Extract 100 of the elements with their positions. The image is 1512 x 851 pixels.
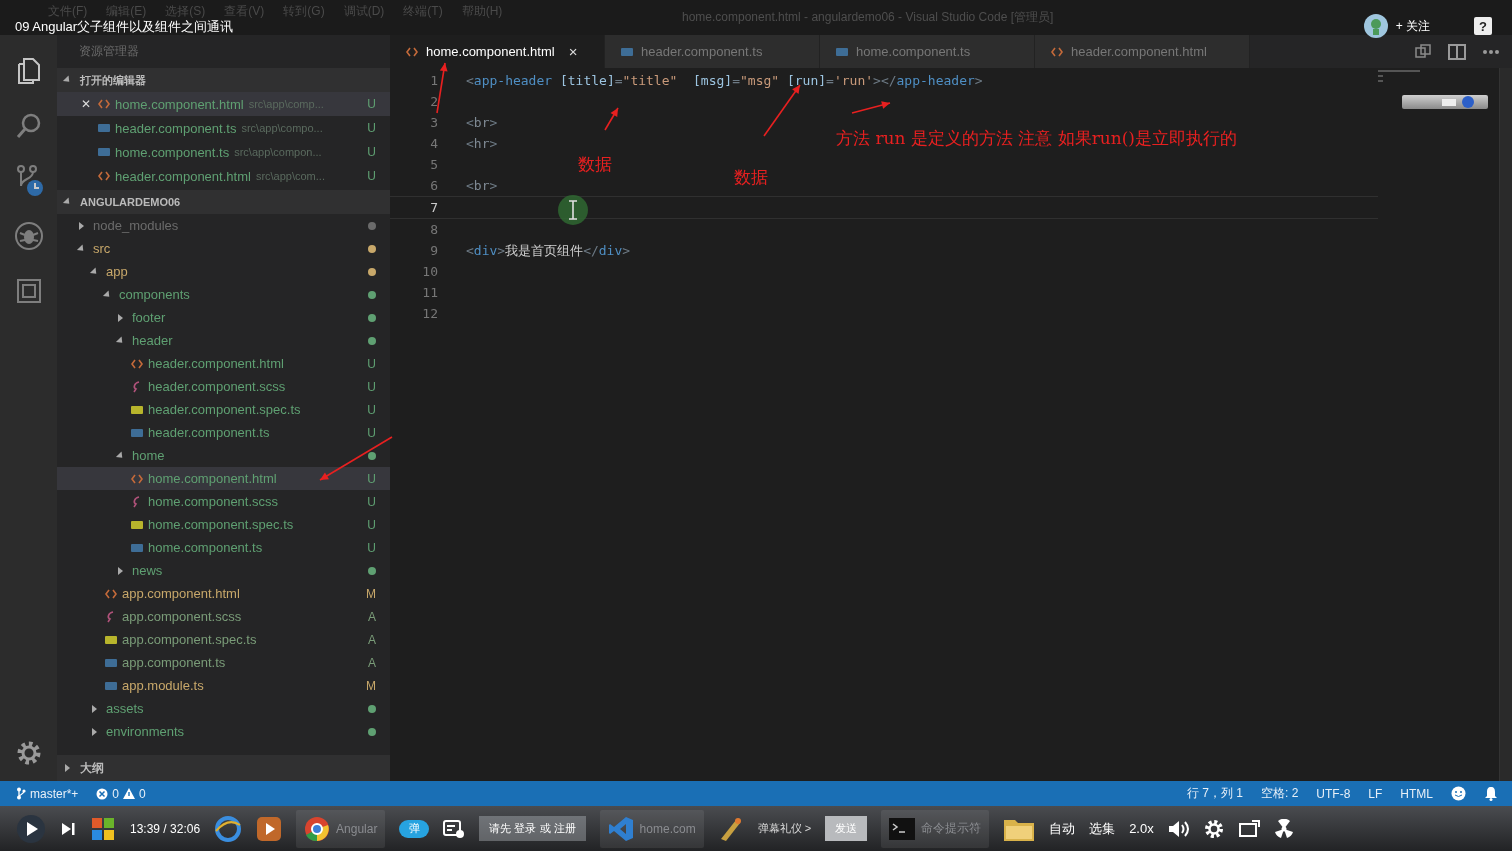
section-header[interactable]: ANGULARDEMO06 [57,190,390,214]
bug-icon[interactable] [13,220,44,251]
tree-item[interactable]: home.component.spec.ts U [57,513,390,536]
files-icon[interactable] [15,56,42,85]
browser-icon[interactable] [214,814,243,843]
episodes-button[interactable]: 选集 [1089,819,1116,838]
line-number: 10 [421,264,438,279]
line-number: 9 [429,243,438,258]
next-icon[interactable] [60,820,76,837]
line-number: 12 [421,306,438,321]
annotation-text: 方法 run 是定义的方法 注意 如果run()是立即执行的 [836,127,1237,150]
editor-tab[interactable]: home.component.html × [390,35,605,68]
tree-item[interactable]: home.component.html U [57,467,390,490]
indentation[interactable]: 空格: 2 [1260,785,1299,802]
start-orb-icon[interactable] [90,815,116,842]
code-line: <br> [466,115,498,130]
annotation-text: 数据 [734,166,768,189]
scrollbar[interactable] [1499,68,1512,781]
problems-indicator[interactable]: 0 0 [96,786,146,801]
tree-item[interactable]: home.component.scss U [57,490,390,513]
line-number: 6 [429,178,438,193]
text-cursor-icon [558,195,588,225]
line-number: 2 [429,94,438,109]
tree-item[interactable]: src [57,237,390,260]
tree-item[interactable]: app.component.ts A [57,651,390,674]
tree-item[interactable]: app [57,260,390,283]
line-number: 11 [421,285,438,300]
line-ending[interactable]: LF [1368,786,1383,801]
more-icon[interactable] [1482,48,1500,55]
tree-item[interactable]: header.component.spec.ts U [57,398,390,421]
video-title: 09 Angular父子组件以及组件之间通讯 [15,18,234,36]
smiley-icon[interactable] [1451,786,1466,801]
terminal-icon [889,817,916,840]
code-file-icon [131,358,143,369]
tree-item[interactable]: app.component.scss A [57,605,390,628]
tree-item[interactable]: components [57,283,390,306]
tree-item[interactable]: app.component.spec.ts A [57,628,390,651]
search-icon[interactable] [14,111,43,140]
section-header[interactable]: 大纲 [57,755,390,781]
open-editor-item[interactable]: header.component.html src\app\com... U [57,164,390,188]
tree-item[interactable]: header [57,329,390,352]
cursor-position[interactable]: 行 7，列 1 [1186,785,1243,802]
tree-item[interactable]: news [57,559,390,582]
code-file-icon [406,46,418,57]
tree-item[interactable]: node_modules [57,214,390,237]
close-icon[interactable]: × [568,43,578,60]
bell-icon[interactable] [1484,786,1498,801]
line-number: 4 [429,136,438,151]
error-icon [96,787,109,800]
danmaku-input[interactable]: 请先 登录 或 注册 [479,816,586,841]
speed-button[interactable]: 2.0x [1129,821,1154,836]
annotation-arrow [604,107,619,131]
danmaku-etiquette-link[interactable]: 弹幕礼仪 > [757,821,812,836]
editor-tab[interactable]: header.component.html [1035,35,1250,68]
tree-item[interactable]: header.component.html U [57,352,390,375]
web-fullscreen-icon[interactable] [1237,819,1260,838]
tree-item[interactable]: header.component.ts U [57,421,390,444]
taskbar-button[interactable]: Angular [296,809,386,848]
volume-icon[interactable] [1167,818,1190,839]
taskbar-button[interactable]: home.com [599,809,704,848]
code-file-icon [105,588,117,599]
tree-item[interactable]: assets [57,697,390,720]
tree-item[interactable]: home.component.ts U [57,536,390,559]
extensions-icon[interactable] [14,276,43,305]
compare-icon[interactable] [1414,42,1432,61]
help-button[interactable]: ? [1474,17,1492,35]
line-number: 3 [429,115,438,130]
split-editor-icon[interactable] [1448,43,1466,60]
follow-button[interactable]: + 关注 [1395,17,1442,35]
play-icon[interactable] [16,813,46,844]
open-editor-item[interactable]: header.component.ts src\app\compo... U [57,116,390,140]
tree-item[interactable]: environments [57,720,390,743]
editor-tab[interactable]: header.component.ts [605,35,820,68]
line-number: 5 [429,157,438,172]
code-file-icon [98,171,110,181]
settings-icon[interactable] [1203,818,1224,839]
tree-item[interactable]: app.module.ts M [57,674,390,697]
language-mode[interactable]: HTML [1400,786,1433,801]
tree-item[interactable]: app.component.html M [57,582,390,605]
code-file-icon [131,473,143,484]
open-editor-item[interactable]: home.component.ts src\app\compon... U [57,140,390,164]
tree-item[interactable]: home [57,444,390,467]
circle-logo-icon [304,815,331,842]
editor-tab[interactable]: home.component.ts [820,35,1035,68]
branch-indicator[interactable]: master*+ [16,786,79,801]
media-player-icon[interactable] [256,815,283,842]
encoding[interactable]: UTF-8 [1316,786,1351,801]
close-icon[interactable]: ✕ [81,97,91,111]
code-line: <hr> [466,136,498,151]
sidebar-title: 资源管理器 [78,43,140,60]
tree-item[interactable]: header.component.scss U [57,375,390,398]
danmaku-toggle[interactable]: 弹 [399,819,430,838]
tree-item[interactable]: footer [57,306,390,329]
playback-time: 13:39 / 32:06 [130,821,201,836]
quality-button[interactable]: 自动 [1049,819,1076,838]
danmaku-settings-icon[interactable] [443,818,466,839]
avatar-icon[interactable] [1363,14,1388,38]
taskbar-button[interactable]: 命令提示符 [881,809,990,848]
annotation-arrow [851,101,891,114]
section-header[interactable]: 打开的编辑器 [57,68,390,92]
